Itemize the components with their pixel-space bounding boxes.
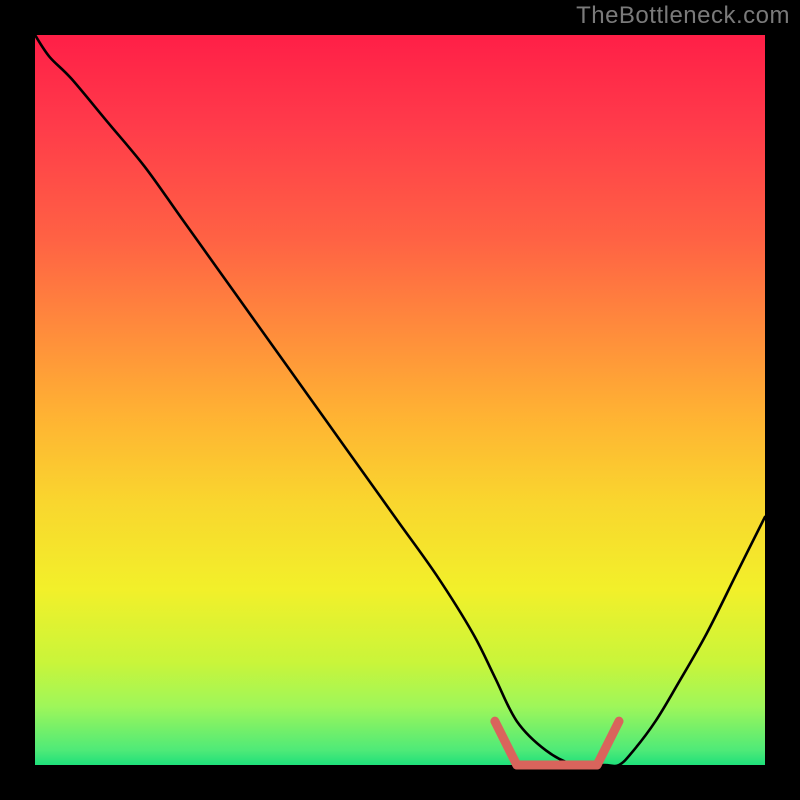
bottleneck-curve	[35, 35, 765, 766]
plot-area	[35, 35, 765, 765]
curve-layer	[35, 35, 765, 765]
minimum-marker-right	[597, 721, 619, 765]
minimum-marker-left	[495, 721, 517, 765]
chart-container: TheBottleneck.com	[0, 0, 800, 800]
watermark-label: TheBottleneck.com	[576, 2, 790, 30]
